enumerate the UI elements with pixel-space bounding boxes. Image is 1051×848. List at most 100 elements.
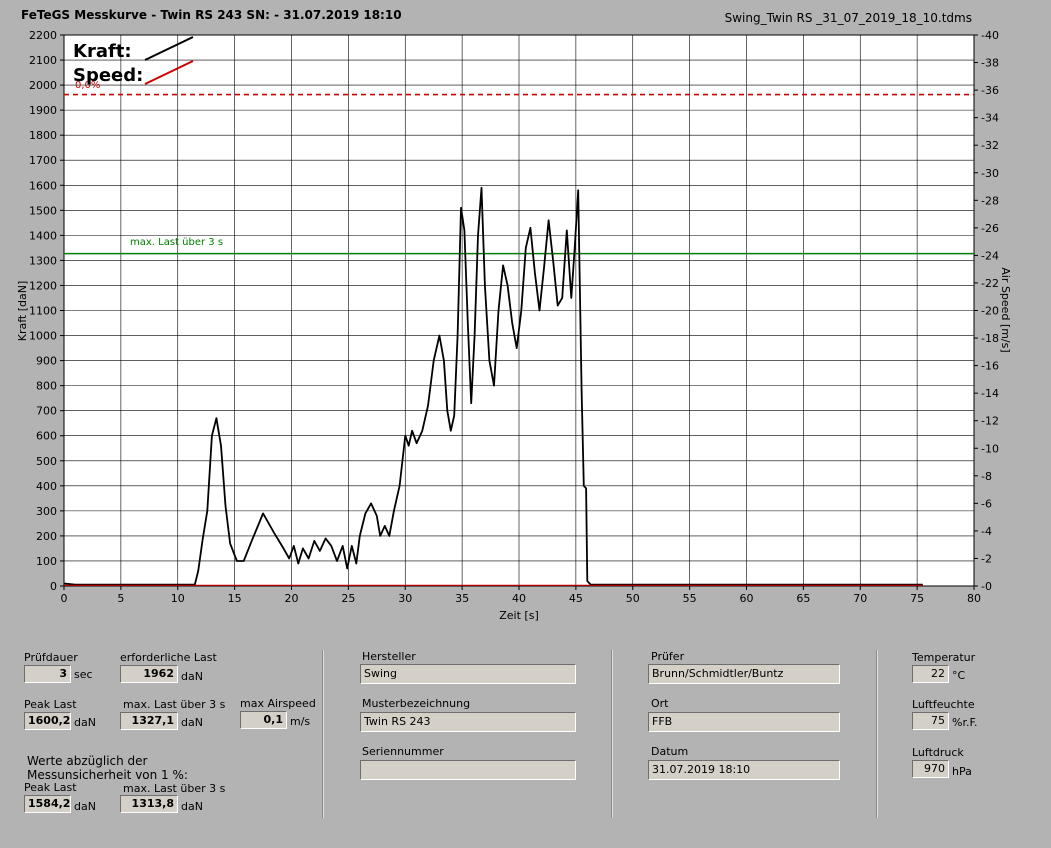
pruefer-label: Prüfer <box>651 650 685 663</box>
musterbezeichnung-field[interactable]: Twin RS 243 <box>360 712 576 732</box>
erforderliche-last-value: 1962 <box>120 665 178 683</box>
x-tick-label: 40 <box>512 592 526 605</box>
peak-last-label: Peak Last <box>24 698 77 711</box>
y2-tick-label: -28 <box>981 194 999 207</box>
y-tick-label: 400 <box>36 480 57 493</box>
y-tick-label: 900 <box>36 355 57 368</box>
y2-tick-label: -26 <box>981 222 999 235</box>
musterbezeichnung-label: Musterbezeichnung <box>362 697 471 710</box>
werte-note-line2: Messunsicherheit von 1 %: <box>27 768 188 782</box>
ort-field[interactable]: FFB <box>648 712 840 732</box>
werte-note-line1: Werte abzüglich der <box>27 754 148 768</box>
pruefdauer-label: Prüfdauer <box>24 651 78 664</box>
y2-tick-label: -4 <box>981 525 992 538</box>
max-airspeed-unit: m/s <box>290 715 311 728</box>
x-tick-label: 25 <box>341 592 355 605</box>
peak-last-corr-label: Peak Last <box>24 781 77 794</box>
green-ref-label: max. Last über 3 s <box>130 237 223 248</box>
y2-tick-label: -12 <box>981 415 999 428</box>
max-last-corr-label: max. Last über 3 s <box>123 782 226 795</box>
hersteller-label: Hersteller <box>362 650 416 663</box>
y-tick-label: 600 <box>36 430 57 443</box>
y-tick-label: 1200 <box>29 279 57 292</box>
force-speed-chart: 0100200300400500600700800900100011001200… <box>16 29 1012 622</box>
x-tick-label: 0 <box>61 592 68 605</box>
y-tick-label: 1100 <box>29 305 57 318</box>
x-axis-label: Zeit [s] <box>499 609 538 622</box>
x-tick-label: 50 <box>626 592 640 605</box>
y2-tick-label: -0 <box>981 580 992 593</box>
y2-tick-label: -38 <box>981 57 999 70</box>
y-tick-label: 800 <box>36 380 57 393</box>
x-tick-label: 10 <box>171 592 185 605</box>
temperatur-label: Temperatur <box>912 651 976 664</box>
y-tick-label: 1600 <box>29 179 57 192</box>
hersteller-field[interactable]: Swing <box>360 664 576 684</box>
y2-tick-label: -2 <box>981 552 992 565</box>
pruefdauer-unit: sec <box>74 668 93 681</box>
pruefer-field[interactable]: Brunn/Schmidtler/Buntz <box>648 664 840 684</box>
x-tick-label: 55 <box>683 592 697 605</box>
max-last-value: 1327,1 <box>120 712 178 730</box>
datum-field[interactable]: 31.07.2019 18:10 <box>648 760 840 780</box>
y2-tick-label: -8 <box>981 470 992 483</box>
x-tick-label: 70 <box>853 592 867 605</box>
y2-tick-label: -16 <box>981 360 999 373</box>
y2-axis-label: Air Speed [m/s] <box>999 267 1012 352</box>
seriennummer-field[interactable] <box>360 760 576 780</box>
y2-tick-label: -34 <box>981 112 999 125</box>
y2-tick-label: -18 <box>981 332 999 345</box>
temperatur-value: 22 <box>912 665 949 683</box>
y-tick-label: 300 <box>36 505 57 518</box>
y-tick-label: 2200 <box>29 29 57 42</box>
seriennummer-label: Seriennummer <box>362 745 444 758</box>
y2-tick-label: -36 <box>981 84 999 97</box>
y-tick-label: 200 <box>36 530 57 543</box>
y-tick-label: 2100 <box>29 54 57 67</box>
y-tick-label: 1300 <box>29 254 57 267</box>
y-tick-label: 700 <box>36 405 57 418</box>
x-tick-label: 35 <box>455 592 469 605</box>
y-axis-label: Kraft [daN] <box>16 281 29 342</box>
peak-last-unit: daN <box>74 716 96 729</box>
y-tick-label: 0 <box>50 580 57 593</box>
y2-tick-label: -6 <box>981 497 992 510</box>
max-last-corr-value: 1313,8 <box>120 795 178 813</box>
luftdruck-label: Luftdruck <box>912 746 964 759</box>
x-tick-label: 80 <box>967 592 981 605</box>
y-tick-label: 1800 <box>29 129 57 142</box>
separator-1 <box>322 650 324 818</box>
y2-tick-label: -20 <box>981 305 999 318</box>
y2-tick-label: -32 <box>981 139 999 152</box>
max-airspeed-value: 0,1 <box>240 711 287 729</box>
x-tick-label: 5 <box>117 592 124 605</box>
separator-2 <box>611 650 613 818</box>
x-tick-label: 20 <box>285 592 299 605</box>
y-axis-ticks: 0 100 200 300 400 500 600 700 800 900 1000 1100 1200… <box>29 29 64 593</box>
x-tick-label: 45 <box>569 592 583 605</box>
luftfeuchte-label: Luftfeuchte <box>912 698 975 711</box>
y2-tick-label: -30 <box>981 167 999 180</box>
y2-tick-label: -22 <box>981 277 999 290</box>
luftfeuchte-unit: %r.F. <box>952 716 978 729</box>
temperatur-unit: °C <box>952 669 966 682</box>
y2-tick-label: -14 <box>981 387 999 400</box>
y-tick-label: 1700 <box>29 154 57 167</box>
erforderliche-last-label: erforderliche Last <box>120 651 217 664</box>
max-last-label: max. Last über 3 s <box>123 698 226 711</box>
peak-last-corr-unit: daN <box>74 800 96 813</box>
luftdruck-unit: hPa <box>952 765 972 778</box>
x-tick-label: 30 <box>398 592 412 605</box>
erforderliche-last-unit: daN <box>181 670 203 683</box>
y-tick-label: 2000 <box>29 79 57 92</box>
grid-horizontal <box>64 59 974 562</box>
max-last-corr-unit: daN <box>181 800 203 813</box>
legend-speed-label: Speed: <box>73 65 143 86</box>
y2-axis-ticks: -0 -2 -4 -6 -8 -10 -12 -14 -16 -18 -20 -22 -24 -26 -28… <box>974 29 999 593</box>
peak-last-value: 1600,2 <box>24 712 71 730</box>
x-tick-label: 15 <box>228 592 242 605</box>
luftfeuchte-value: 75 <box>912 712 949 730</box>
y2-tick-label: -24 <box>981 249 999 262</box>
separator-3 <box>876 650 878 818</box>
x-tick-label: 65 <box>796 592 810 605</box>
